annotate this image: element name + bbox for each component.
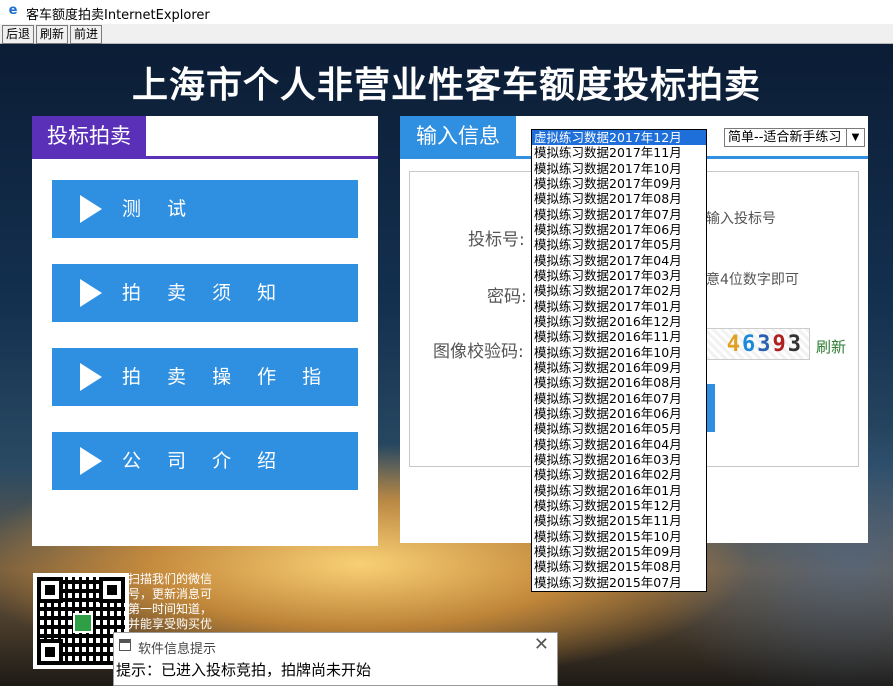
dropdown-option[interactable]: 模拟练习数据2016年07月: [532, 391, 706, 406]
popup-header: 软件信息提示 ✕: [114, 633, 557, 657]
dropdown-option[interactable]: 模拟练习数据2015年10月: [532, 529, 706, 544]
window-title: 客车额度拍卖InternetExplorer: [26, 8, 210, 23]
popup-message: 提示：已进入投标竞拍，拍牌尚未开始: [116, 661, 372, 679]
dropdown-option[interactable]: 模拟练习数据2016年01月: [532, 483, 706, 498]
dropdown-option[interactable]: 模拟练习数据2015年09月: [532, 544, 706, 559]
bid-number-label: 投标号:: [468, 230, 525, 250]
dropdown-option[interactable]: 模拟练习数据2015年08月: [532, 559, 706, 574]
difficulty-select-value: 简单--适合新手练习: [728, 130, 842, 145]
dropdown-option[interactable]: 模拟练习数据2017年10月: [532, 161, 706, 176]
auction-notice-label: 拍 卖 须 知: [122, 282, 287, 304]
dropdown-option[interactable]: 模拟练习数据2016年04月: [532, 437, 706, 452]
password-hint: 意4位数字即可: [706, 272, 799, 288]
test-button[interactable]: 测 试: [52, 180, 358, 238]
dropdown-option[interactable]: 模拟练习数据2016年09月: [532, 360, 706, 375]
submit-button[interactable]: [706, 384, 715, 432]
popup-title: 软件信息提示: [138, 642, 217, 657]
difficulty-select[interactable]: 简单--适合新手练习 ▼: [724, 128, 865, 147]
captcha-image: 46393: [706, 328, 810, 360]
dropdown-option[interactable]: 模拟练习数据2015年11月: [532, 513, 706, 528]
captcha-refresh-link[interactable]: 刷新: [816, 336, 846, 357]
captcha-digit: 3: [787, 332, 803, 357]
dataset-dropdown-list[interactable]: 虚拟练习数据2017年12月 模拟练习数据2017年11月 模拟练习数据2017年1…: [531, 129, 707, 592]
tab-input-info[interactable]: 输入信息: [400, 116, 516, 158]
captcha-digit: 9: [772, 332, 788, 357]
test-button-label: 测 试: [122, 198, 197, 220]
qr-logo-icon: [73, 613, 93, 633]
play-icon: [80, 195, 102, 223]
captcha-label: 图像校验码:: [433, 342, 524, 362]
dropdown-option[interactable]: 模拟练习数据2017年02月: [532, 283, 706, 298]
dropdown-option[interactable]: 模拟练习数据2015年12月: [532, 498, 706, 513]
page-title: 上海市个人非营业性客车额度投标拍卖: [131, 65, 761, 106]
dropdown-option[interactable]: 模拟练习数据2017年06月: [532, 222, 706, 237]
captcha-digit: 3: [757, 332, 773, 357]
company-intro-label: 公 司 介 绍: [122, 450, 287, 472]
dropdown-option[interactable]: 模拟练习数据2017年03月: [532, 268, 706, 283]
operation-guide-button[interactable]: 拍 卖 操 作 指 南: [52, 348, 358, 446]
back-button[interactable]: 后退: [2, 25, 35, 44]
qr-finder-pattern: [37, 577, 63, 603]
dropdown-option[interactable]: 模拟练习数据2017年04月: [532, 253, 706, 268]
dropdown-option[interactable]: 模拟练习数据2016年06月: [532, 406, 706, 421]
dropdown-option[interactable]: 模拟练习数据2017年07月: [532, 207, 706, 222]
dropdown-option[interactable]: 模拟练习数据2017年11月: [532, 145, 706, 160]
qr-finder-pattern: [37, 639, 63, 665]
chevron-down-icon[interactable]: ▼: [846, 129, 864, 146]
dropdown-option[interactable]: 模拟练习数据2017年08月: [532, 191, 706, 206]
refresh-button[interactable]: 刷新: [36, 25, 69, 44]
auction-notice-button[interactable]: 拍 卖 须 知: [52, 264, 358, 322]
dropdown-option[interactable]: 模拟练习数据2016年11月: [532, 329, 706, 344]
bid-number-hint: 输入投标号: [706, 211, 776, 227]
forward-button[interactable]: 前进: [70, 25, 103, 44]
tab-underline: [32, 156, 378, 159]
dropdown-option[interactable]: 模拟练习数据2016年02月: [532, 467, 706, 482]
tab-bidding-auction[interactable]: 投标拍卖: [32, 116, 146, 158]
dropdown-option[interactable]: 模拟练习数据2017年09月: [532, 176, 706, 191]
close-icon[interactable]: ✕: [534, 635, 549, 655]
company-intro-button[interactable]: 公 司 介 绍: [52, 432, 358, 490]
info-popup: 软件信息提示 ✕ 提示：已进入投标竞拍，拍牌尚未开始: [113, 632, 558, 686]
dropdown-option[interactable]: 模拟练习数据2017年05月: [532, 237, 706, 252]
play-icon: [80, 279, 102, 307]
dropdown-option[interactable]: 模拟练习数据2017年01月: [532, 299, 706, 314]
window-titlebar: e 客车额度拍卖InternetExplorer: [0, 0, 893, 24]
navigation-bar: 后退 刷新 前进: [0, 24, 893, 44]
auction-menu-panel: 投标拍卖 测 试 拍 卖 须 知 拍 卖 操 作 指 南 公 司 介 绍: [32, 116, 378, 546]
qr-finder-pattern: [99, 577, 125, 603]
dropdown-option[interactable]: 模拟练习数据2015年07月: [532, 575, 706, 590]
play-icon: [80, 447, 102, 475]
window-icon: [119, 639, 131, 651]
dropdown-option[interactable]: 虚拟练习数据2017年12月: [532, 130, 706, 146]
dropdown-option[interactable]: 模拟练习数据2016年12月: [532, 314, 706, 329]
play-icon: [80, 363, 102, 391]
dropdown-option[interactable]: 模拟练习数据2016年08月: [532, 375, 706, 390]
dropdown-option[interactable]: 模拟练习数据2016年05月: [532, 421, 706, 436]
internet-explorer-icon: e: [8, 3, 18, 18]
captcha-digit: 6: [742, 332, 758, 357]
captcha-digit: 4: [726, 332, 742, 357]
dropdown-option[interactable]: 模拟练习数据2016年03月: [532, 452, 706, 467]
dropdown-option[interactable]: 模拟练习数据2016年10月: [532, 345, 706, 360]
password-label: 密码:: [487, 287, 527, 307]
